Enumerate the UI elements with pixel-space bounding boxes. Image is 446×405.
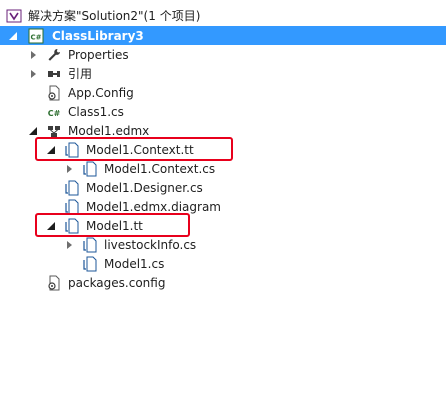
solution-explorer-tree: 解决方案"Solution2"(1 个项目) C# ClassLibrary3 … xyxy=(0,0,446,405)
csharp-file-icon: C# xyxy=(46,104,62,120)
code-file-icon xyxy=(82,161,98,177)
tree-row-designer-cs[interactable]: Model1.Designer.cs xyxy=(0,178,446,197)
highlight-box-context-tt xyxy=(35,137,233,161)
solution-label: 解决方案"Solution2"(1 个项目) xyxy=(28,9,201,23)
config-file-icon xyxy=(46,85,62,101)
collapsed-arrow-icon[interactable] xyxy=(28,68,38,79)
highlight-box-model-tt xyxy=(35,213,190,237)
tree-row-references[interactable]: 引用 xyxy=(0,64,446,83)
code-file-icon xyxy=(64,180,80,196)
solution-icon xyxy=(6,8,22,24)
references-icon xyxy=(46,66,62,82)
svg-text:C#: C# xyxy=(48,109,61,118)
code-file-icon xyxy=(82,256,98,272)
tree-row-context-cs[interactable]: Model1.Context.cs xyxy=(0,159,446,178)
references-label: 引用 xyxy=(68,67,93,81)
code-file-icon xyxy=(82,237,98,253)
model-cs-label: Model1.cs xyxy=(104,257,165,271)
tree-row-app-config[interactable]: App.Config xyxy=(0,83,446,102)
expand-arrow-icon[interactable] xyxy=(8,30,18,41)
tree-row-solution[interactable]: 解决方案"Solution2"(1 个项目) xyxy=(0,6,446,25)
packages-config-label: packages.config xyxy=(68,276,166,290)
tree-row-packages-config[interactable]: packages.config xyxy=(0,273,446,292)
csharp-project-icon: C# xyxy=(28,28,44,44)
tree-row-livestock-cs[interactable]: livestockInfo.cs xyxy=(0,235,446,254)
project-label: ClassLibrary3 xyxy=(52,29,144,43)
collapsed-arrow-icon[interactable] xyxy=(64,163,74,174)
app-config-label: App.Config xyxy=(68,86,134,100)
properties-label: Properties xyxy=(68,48,129,62)
expand-arrow-icon[interactable] xyxy=(28,125,38,136)
class1-label: Class1.cs xyxy=(68,105,124,119)
tree-row-class1[interactable]: C# Class1.cs xyxy=(0,102,446,121)
context-cs-label: Model1.Context.cs xyxy=(104,162,216,176)
tree-row-properties[interactable]: Properties xyxy=(0,45,446,64)
config-file-icon xyxy=(46,275,62,291)
tree-row-model-cs[interactable]: Model1.cs xyxy=(0,254,446,273)
designer-cs-label: Model1.Designer.cs xyxy=(86,181,203,195)
collapsed-arrow-icon[interactable] xyxy=(28,49,38,60)
tree-row-project[interactable]: C# ClassLibrary3 xyxy=(0,26,446,45)
wrench-icon xyxy=(46,47,62,63)
collapsed-arrow-icon[interactable] xyxy=(64,239,74,250)
svg-text:C#: C# xyxy=(30,34,41,42)
livestock-cs-label: livestockInfo.cs xyxy=(104,238,197,252)
